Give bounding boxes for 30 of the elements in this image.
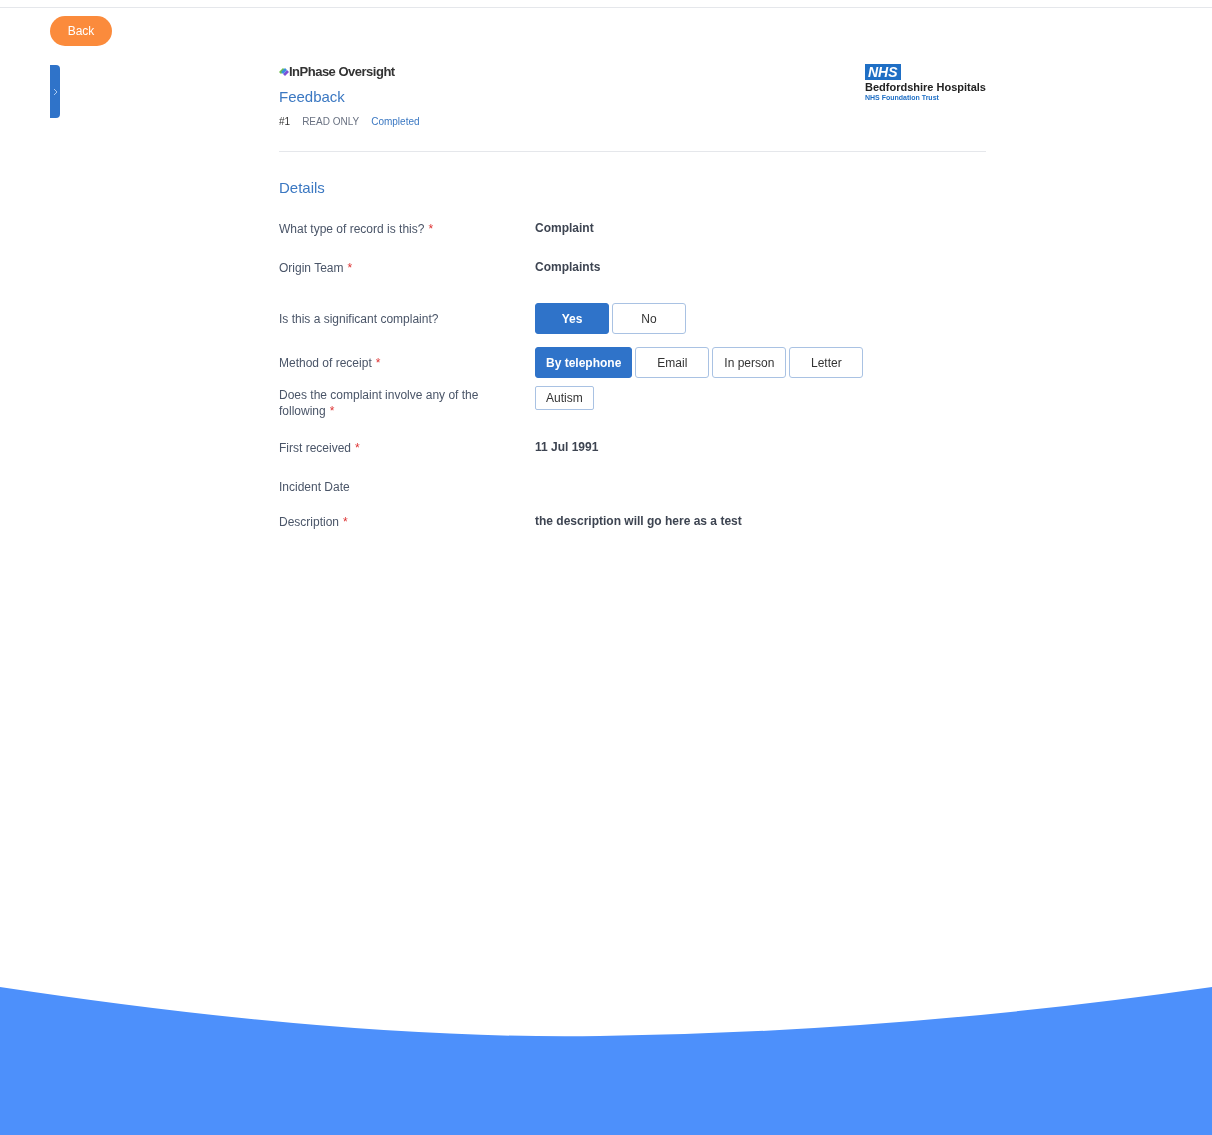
option-button[interactable]: By telephone bbox=[535, 347, 633, 378]
field-label: Method of receipt * bbox=[279, 355, 382, 371]
product-name: InPhase Oversight bbox=[289, 63, 395, 81]
sidebar-toggle[interactable] bbox=[50, 65, 60, 118]
tag: Autism bbox=[535, 385, 594, 410]
chevron-right-icon bbox=[52, 87, 58, 96]
record-number: #1 bbox=[279, 115, 291, 129]
field-label: Description * bbox=[279, 513, 349, 530]
field-label: Is this a significant complaint? bbox=[279, 311, 440, 327]
logo-icon bbox=[279, 67, 289, 76]
field-label: Does the complaint involve any of the following * bbox=[279, 386, 480, 419]
field-label: First received * bbox=[279, 439, 361, 456]
nhs-badge: NHS bbox=[864, 64, 901, 80]
field-value: the description will go here as a test bbox=[535, 512, 742, 529]
field-value: Complaints bbox=[535, 258, 601, 275]
field-label: Incident Date bbox=[279, 478, 351, 495]
field-value: Complaint bbox=[535, 219, 594, 236]
form-title: Feedback bbox=[279, 86, 346, 107]
field-value: 11 Jul 1991 bbox=[535, 438, 599, 455]
option-button[interactable]: Yes bbox=[535, 303, 609, 334]
option-button[interactable]: Letter bbox=[789, 347, 864, 378]
option-button[interactable]: Email bbox=[635, 347, 710, 378]
option-button[interactable]: In person bbox=[712, 347, 787, 378]
option-button[interactable]: No bbox=[612, 303, 686, 334]
field-label: What type of record is this? * bbox=[279, 220, 435, 237]
organisation-name: Bedfordshire Hospitals bbox=[864, 80, 986, 94]
field-label: Origin Team * bbox=[279, 259, 354, 276]
status-label: Completed bbox=[371, 115, 420, 129]
section-title: Details bbox=[279, 178, 326, 198]
access-label: READ ONLY bbox=[302, 115, 360, 129]
